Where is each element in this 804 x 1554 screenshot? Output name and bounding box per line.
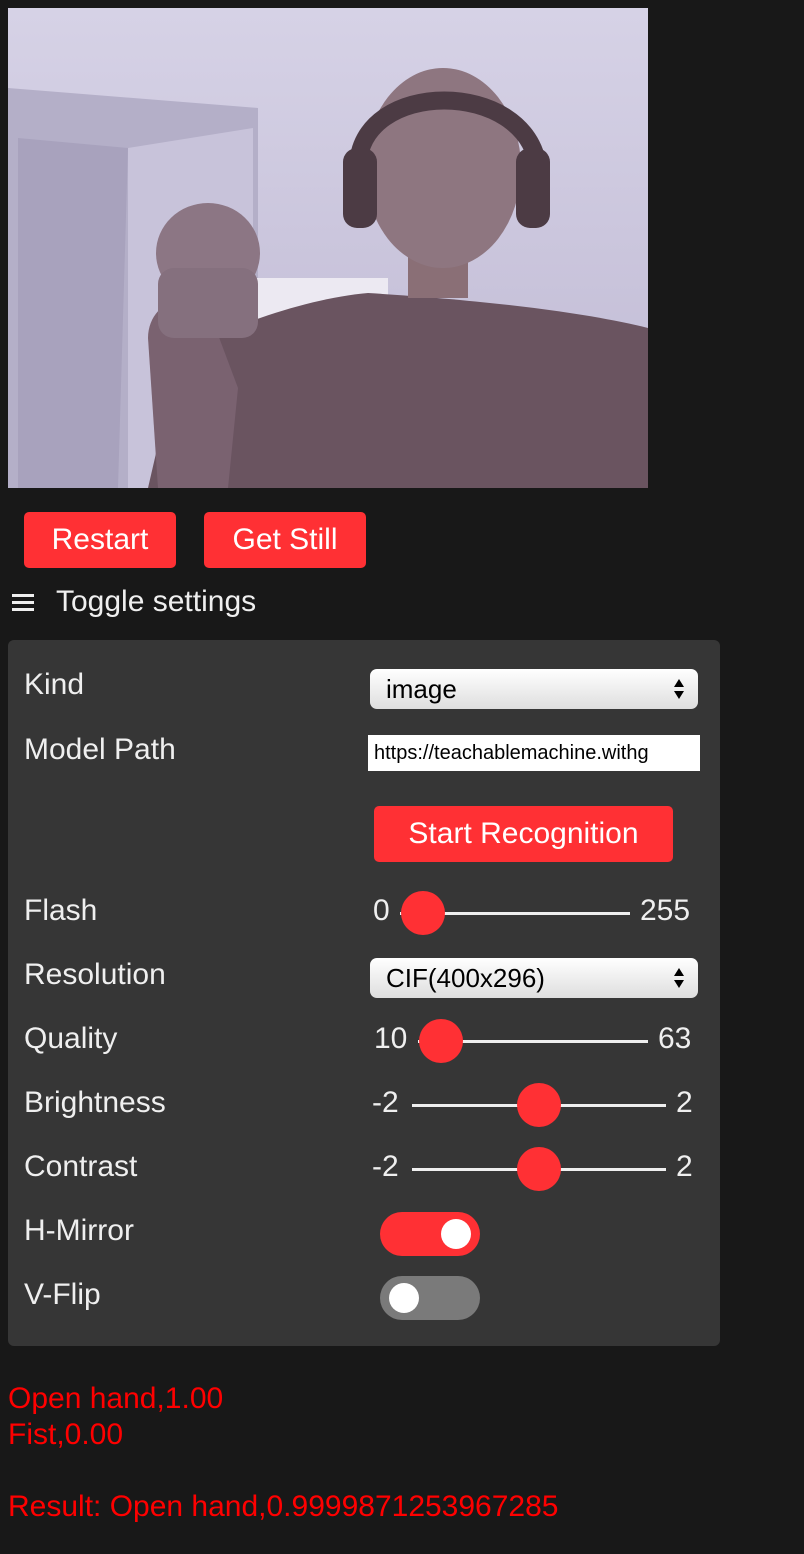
resolution-select-value: CIF(400x296) — [386, 963, 545, 993]
quality-slider-thumb[interactable] — [419, 1019, 463, 1063]
result-line-open-hand: Open hand,1.00 — [8, 1382, 224, 1415]
hmirror-toggle-knob — [441, 1219, 471, 1249]
contrast-label: Contrast — [24, 1150, 138, 1183]
kind-select-value: image — [386, 674, 457, 704]
vflip-toggle[interactable] — [380, 1276, 480, 1320]
hmirror-label: H-Mirror — [24, 1214, 134, 1247]
recognition-results: Open hand,1.00 Fist,0.00 Result: Open ha… — [8, 1381, 558, 1525]
model-path-input[interactable]: https://teachablemachine.withg — [368, 735, 700, 771]
resolution-select[interactable]: CIF(400x296) — [370, 958, 698, 998]
flash-slider-thumb[interactable] — [401, 891, 445, 935]
kind-label: Kind — [24, 668, 85, 701]
flash-label: Flash — [24, 894, 98, 927]
result-line-fist: Fist,0.00 — [8, 1418, 124, 1451]
hmirror-toggle[interactable] — [380, 1212, 480, 1256]
model-path-label: Model Path — [24, 733, 176, 766]
quality-label: Quality — [24, 1022, 118, 1055]
select-arrows-icon — [674, 679, 684, 699]
flash-max: 255 — [640, 894, 691, 927]
brightness-label: Brightness — [24, 1086, 166, 1119]
flash-min: 0 — [373, 894, 390, 927]
get-still-button[interactable]: Get Still — [204, 512, 366, 568]
contrast-max: 2 — [676, 1150, 693, 1183]
toggle-settings-label: Toggle settings — [56, 585, 257, 618]
brightness-max: 2 — [676, 1086, 693, 1119]
camera-stream-image — [8, 8, 648, 488]
start-recognition-button[interactable]: Start Recognition — [374, 806, 673, 862]
contrast-slider-thumb[interactable] — [517, 1147, 561, 1191]
brightness-min: -2 — [372, 1086, 399, 1119]
quality-max: 63 — [658, 1022, 692, 1055]
toggle-settings[interactable]: Toggle settings — [8, 580, 256, 624]
restart-button[interactable]: Restart — [24, 512, 176, 568]
brightness-slider-thumb[interactable] — [517, 1083, 561, 1127]
vflip-label: V-Flip — [24, 1278, 101, 1311]
resolution-label: Resolution — [24, 958, 166, 991]
quality-min: 10 — [374, 1022, 408, 1055]
result-summary: Result: Open hand,0.9999871253967285 — [8, 1490, 559, 1523]
kind-select[interactable]: image — [370, 669, 698, 709]
hamburger-menu-icon — [12, 590, 34, 615]
vflip-toggle-knob — [389, 1283, 419, 1313]
contrast-min: -2 — [372, 1150, 399, 1183]
select-arrows-icon — [674, 968, 684, 988]
